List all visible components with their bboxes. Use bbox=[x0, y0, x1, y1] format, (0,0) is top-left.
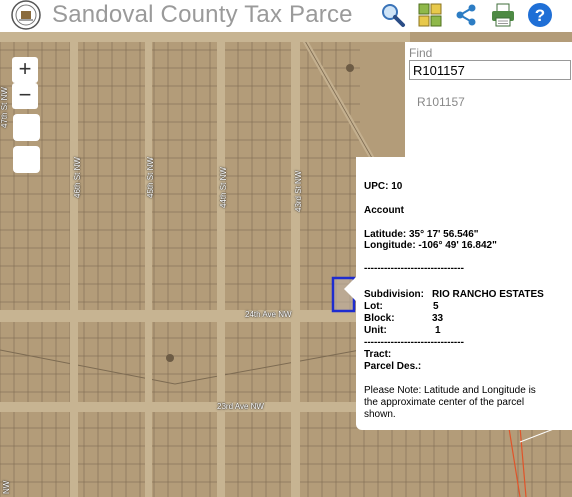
zoom-in-button[interactable]: + bbox=[12, 57, 38, 83]
street-label-23rd-ave: 23rd Ave NW bbox=[217, 402, 264, 411]
header: Sandoval County Tax Parce ? bbox=[0, 0, 572, 30]
zoom-out-button[interactable]: − bbox=[12, 83, 38, 109]
divider-1: ------------------------------ bbox=[364, 263, 464, 274]
upc-text: UPC: 10 bbox=[364, 181, 403, 192]
lot-label: Lot: bbox=[364, 301, 383, 312]
street-label-46th: 46th St NW bbox=[73, 157, 82, 198]
block-row: Block: 33 bbox=[364, 313, 443, 324]
map-tool-button-1[interactable] bbox=[13, 114, 40, 141]
popup-pointer bbox=[344, 277, 356, 301]
map-tool-button-2[interactable] bbox=[13, 146, 40, 173]
unit-label: Unit: bbox=[364, 325, 387, 336]
grid-icon[interactable] bbox=[417, 2, 443, 28]
block-value: 33 bbox=[432, 313, 444, 324]
help-icon[interactable]: ? bbox=[527, 2, 553, 28]
find-panel: Find R101157 bbox=[405, 42, 572, 157]
street-label-43rd: 43rd St NW bbox=[294, 170, 303, 212]
note-line-1: Please Note: Latitude and Longitude is bbox=[364, 385, 536, 396]
street-label-nw: NW bbox=[2, 480, 11, 494]
find-result-item[interactable]: R101157 bbox=[417, 95, 465, 109]
note-line-2: the approximate center of the parcel bbox=[364, 397, 525, 408]
app-title: Sandoval County Tax Parce bbox=[52, 1, 353, 28]
note-line-3: shown. bbox=[364, 409, 396, 420]
parcel-des-label: Parcel Des.: bbox=[364, 361, 422, 372]
subdivision-label: Subdivision: bbox=[364, 289, 424, 300]
share-icon[interactable] bbox=[453, 2, 479, 28]
subdivision-value: RIO RANCHO ESTATES bbox=[432, 289, 544, 300]
unit-value: 1 bbox=[435, 325, 441, 336]
subdivision-row: Subdivision: RIO RANCHO ESTATES bbox=[364, 289, 544, 300]
longitude-text: Longitude: -106° 49' 16.842" bbox=[364, 240, 497, 251]
search-icon[interactable] bbox=[380, 2, 406, 28]
county-seal-logo bbox=[6, 0, 46, 30]
street-label-44th: 44th St NW bbox=[219, 167, 228, 208]
street-label-45th: 45th St NW bbox=[146, 157, 155, 198]
account-text: Account bbox=[364, 205, 404, 216]
block-label: Block: bbox=[364, 313, 395, 324]
find-label: Find bbox=[409, 46, 433, 60]
print-icon[interactable] bbox=[490, 2, 516, 28]
unit-row: Unit: 1 bbox=[364, 325, 441, 336]
tract-label: Tract: bbox=[364, 349, 392, 360]
street-label-47th: 47th St NW bbox=[0, 87, 9, 128]
street-label-24th-ave: 24th Ave NW bbox=[245, 310, 292, 319]
divider-2: ------------------------------ bbox=[364, 337, 464, 348]
svg-text:?: ? bbox=[535, 6, 545, 25]
lot-value: 5 bbox=[433, 301, 439, 312]
latitude-text: Latitude: 35° 17' 56.546" bbox=[364, 229, 479, 240]
parcel-info-popup: UPC: 10 Account Latitude: 35° 17' 56.546… bbox=[344, 157, 572, 430]
find-input[interactable] bbox=[409, 60, 571, 80]
lot-row: Lot: 5 bbox=[364, 301, 439, 312]
